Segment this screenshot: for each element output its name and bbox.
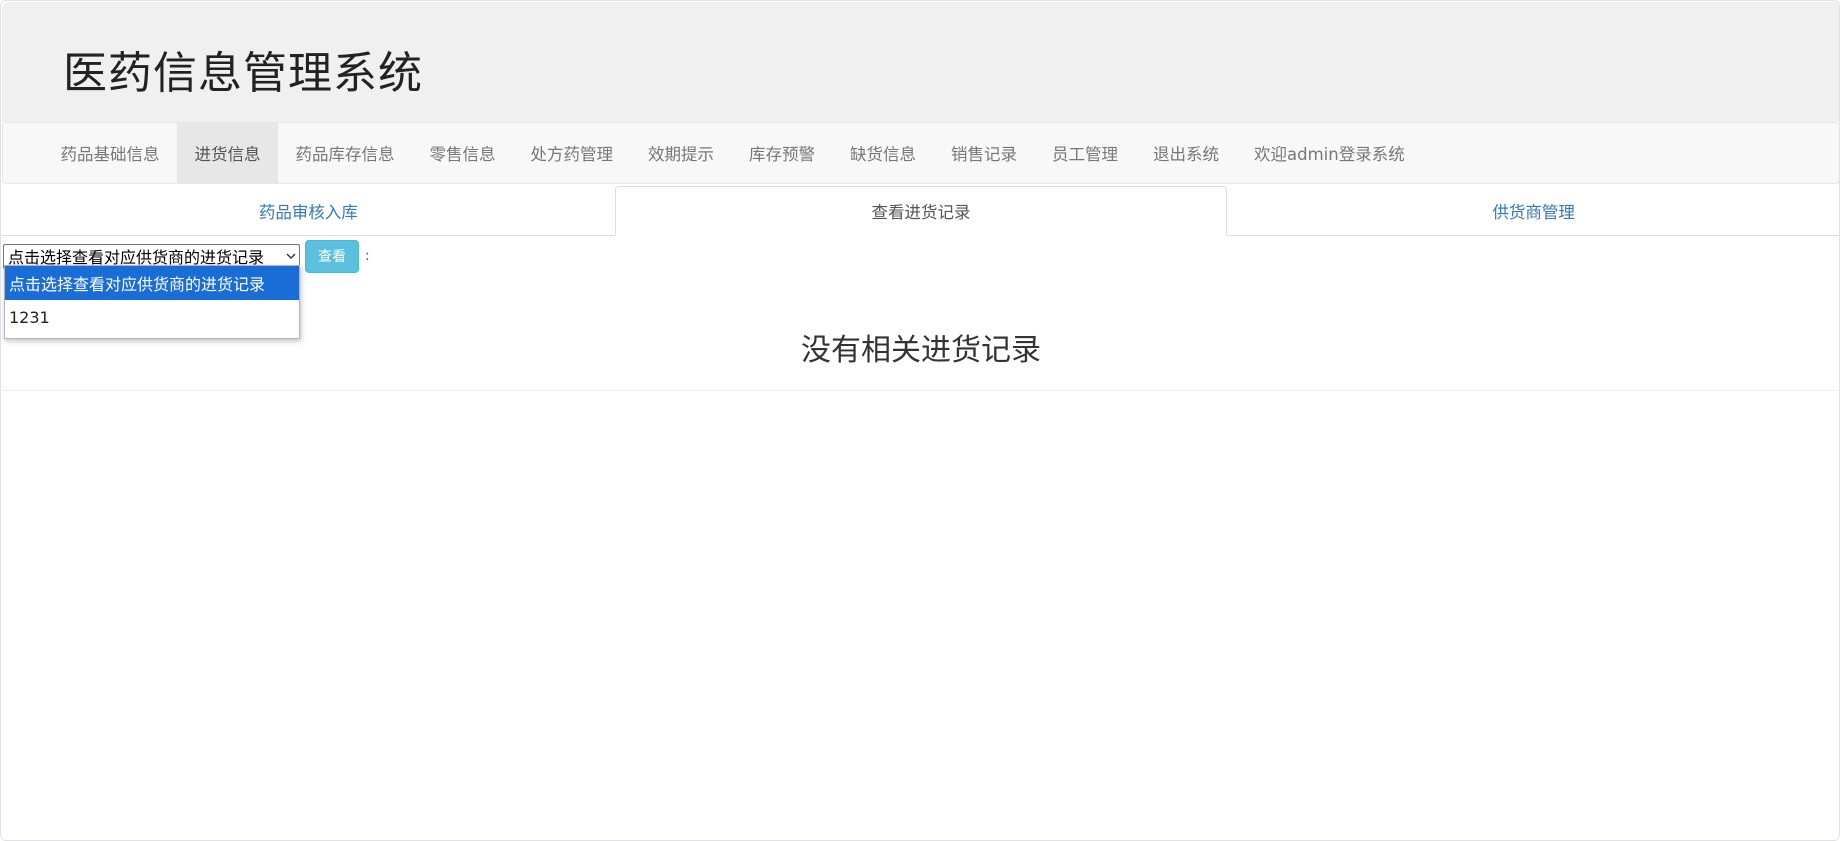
nav-item-sales-records[interactable]: 销售记录 <box>934 123 1035 183</box>
purchase-tabs: 药品审核入库 查看进货记录 供货商管理 <box>2 186 1839 236</box>
app-title: 医药信息管理系统 <box>63 48 423 99</box>
supplier-dropdown-list: 点击选择查看对应供货商的进货记录 1231 <box>4 265 300 339</box>
nav-item-expiry-alert[interactable]: 效期提示 <box>631 123 732 183</box>
view-button[interactable]: 查看 <box>305 239 359 273</box>
tab-drug-review-storage[interactable]: 药品审核入库 <box>2 186 615 236</box>
filter-colon: : <box>365 248 370 264</box>
nav-item-staff-management[interactable]: 员工管理 <box>1035 123 1136 183</box>
divider <box>2 390 1839 391</box>
tab-supplier-management[interactable]: 供货商管理 <box>1227 186 1839 236</box>
main-navbar: 药品基础信息 进货信息 药品库存信息 零售信息 处方药管理 效期提示 库存预警 … <box>2 122 1839 184</box>
tab-view-purchase-records[interactable]: 查看进货记录 <box>614 186 1228 236</box>
nav-item-out-of-stock[interactable]: 缺货信息 <box>833 123 934 183</box>
nav-item-drug-stock-info[interactable]: 药品库存信息 <box>278 123 412 183</box>
nav-item-welcome-user[interactable]: 欢迎admin登录系统 <box>1237 123 1423 183</box>
app-window: 医药信息管理系统 药品基础信息 进货信息 药品库存信息 零售信息 处方药管理 效… <box>0 0 1840 841</box>
nav-item-purchase-info[interactable]: 进货信息 <box>177 123 278 183</box>
nav-item-prescription-management[interactable]: 处方药管理 <box>513 123 631 183</box>
chevron-down-icon <box>286 250 296 263</box>
app-header: 医药信息管理系统 <box>2 2 1839 122</box>
nav-item-logout[interactable]: 退出系统 <box>1136 123 1237 183</box>
nav-item-drug-basic-info[interactable]: 药品基础信息 <box>43 123 177 183</box>
nav-item-retail-info[interactable]: 零售信息 <box>412 123 513 183</box>
empty-records-message: 没有相关进货记录 <box>801 333 1041 368</box>
nav-item-stock-warning[interactable]: 库存预警 <box>732 123 833 183</box>
dropdown-option[interactable]: 点击选择查看对应供货商的进货记录 <box>5 266 299 300</box>
